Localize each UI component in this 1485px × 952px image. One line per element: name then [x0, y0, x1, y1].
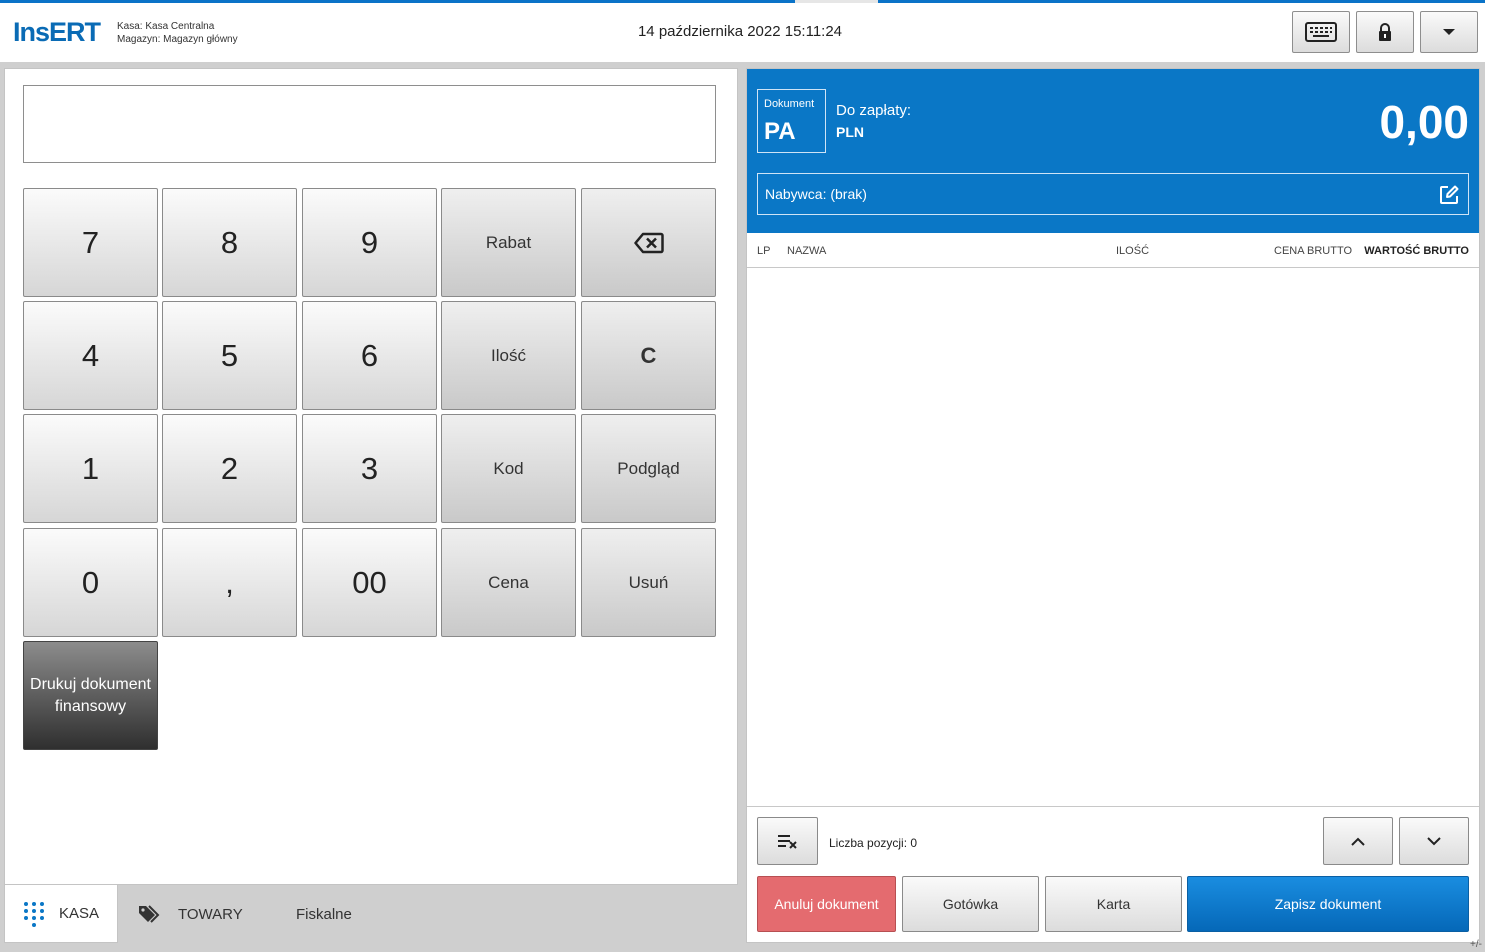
key-0[interactable]: 0 [23, 528, 158, 637]
total-amount: 0,00 [1379, 96, 1469, 148]
key-2[interactable]: 2 [162, 414, 297, 523]
scroll-up-button[interactable] [1323, 817, 1393, 865]
key-8[interactable]: 8 [162, 188, 297, 297]
header: InsERT Kasa: Kasa Centralna Magazyn: Mag… [0, 3, 1485, 62]
chevron-down-icon [1443, 29, 1455, 35]
to-pay-label: Do zapłaty: [836, 102, 912, 119]
kasa-value: Kasa Centralna [145, 21, 215, 32]
buyer-field[interactable]: Nabywca: (brak) [757, 173, 1469, 215]
current-datetime: 14 października 2022 15:11:24 [637, 23, 843, 40]
clear-button[interactable]: C [581, 301, 716, 410]
kod-button[interactable]: Kod [441, 414, 576, 523]
keyboard-icon [1305, 22, 1337, 42]
print-button-line2: finansowy [54, 697, 127, 715]
chevron-up-icon [1351, 837, 1365, 846]
clear-list-button[interactable] [757, 817, 818, 865]
tab-towary-label: TOWARY [178, 905, 243, 923]
buyer-label: Nabywca: (brak) [765, 186, 867, 202]
usun-button[interactable]: Usuń [581, 528, 716, 637]
cash-button[interactable]: Gotówka [902, 876, 1039, 932]
items-table-header: LP NAZWA ILOŚĆ CENA BRUTTO WARTOŚĆ BRUTT… [747, 233, 1479, 268]
key-3[interactable]: 3 [302, 414, 437, 523]
store-info: Kasa: Kasa Centralna Magazyn: Magazyn gł… [117, 20, 238, 46]
key-5[interactable]: 5 [162, 301, 297, 410]
chevron-down-icon [1427, 836, 1441, 845]
key-comma[interactable]: , [162, 528, 297, 637]
tab-fiskalne-label: Fiskalne [296, 905, 352, 923]
print-button-line1: Drukuj dokument [30, 675, 151, 693]
document-type-box[interactable]: Dokument PA [757, 89, 826, 153]
tab-fiskalne[interactable]: Fiskalne [296, 885, 352, 943]
document-type-code: PA [764, 118, 796, 145]
receipt-panel: Dokument PA Do zapłaty: PLN 0,00 Nabywca… [746, 68, 1480, 943]
clear-list-icon [777, 835, 797, 849]
items-table-body[interactable] [747, 269, 1479, 807]
backspace-icon [633, 232, 664, 253]
scroll-down-button[interactable] [1399, 817, 1469, 865]
key-7[interactable]: 7 [23, 188, 158, 297]
document-type-label: Dokument [764, 98, 815, 110]
menu-dropdown-button[interactable] [1420, 11, 1478, 53]
plus-minus-indicator: +/- [1470, 939, 1482, 950]
magazyn-label: Magazyn: [117, 34, 161, 45]
insert-logo: InsERT [13, 17, 101, 47]
podglad-button[interactable]: Podgląd [581, 414, 716, 523]
input-display[interactable] [23, 85, 716, 163]
tab-towary[interactable]: TOWARY [138, 885, 243, 943]
col-lp: LP [757, 245, 771, 257]
magazyn-value: Magazyn główny [163, 34, 238, 45]
backspace-button[interactable] [581, 188, 716, 297]
key-4[interactable]: 4 [23, 301, 158, 410]
kasa-label: Kasa: [117, 21, 143, 32]
tab-kasa[interactable]: KASA [4, 885, 118, 943]
lock-icon [1379, 23, 1391, 41]
cena-button[interactable]: Cena [441, 528, 576, 637]
keypad-panel: 7 8 9 Rabat 4 5 6 Ilość C 1 2 3 Kod Podg… [4, 68, 738, 885]
key-00[interactable]: 00 [302, 528, 437, 637]
key-6[interactable]: 6 [302, 301, 437, 410]
keyboard-button[interactable] [1292, 11, 1350, 53]
card-button[interactable]: Karta [1045, 876, 1182, 932]
cancel-document-button[interactable]: Anuluj dokument [757, 876, 896, 932]
print-financial-document-button[interactable]: Drukuj dokument finansowy [23, 641, 158, 750]
col-nazwa: NAZWA [787, 245, 827, 257]
document-summary: Dokument PA Do zapłaty: PLN 0,00 Nabywca… [747, 69, 1479, 233]
item-count: Liczba pozycji: 0 [829, 836, 918, 850]
save-document-button[interactable]: Zapisz dokument [1187, 876, 1469, 932]
currency: PLN [836, 124, 864, 140]
key-1[interactable]: 1 [23, 414, 158, 523]
edit-icon[interactable] [1439, 185, 1459, 205]
col-cena-brutto: CENA BRUTTO [1274, 245, 1353, 257]
dialpad-icon [24, 901, 44, 927]
lock-button[interactable] [1356, 11, 1414, 53]
ilosc-button[interactable]: Ilość [441, 301, 576, 410]
tab-kasa-label: KASA [59, 905, 100, 922]
col-wartosc-brutto: WARTOŚĆ BRUTTO [1364, 245, 1469, 257]
tag-icon [139, 905, 160, 923]
key-9[interactable]: 9 [302, 188, 437, 297]
col-ilosc: ILOŚĆ [1116, 245, 1150, 257]
rabat-button[interactable]: Rabat [441, 188, 576, 297]
